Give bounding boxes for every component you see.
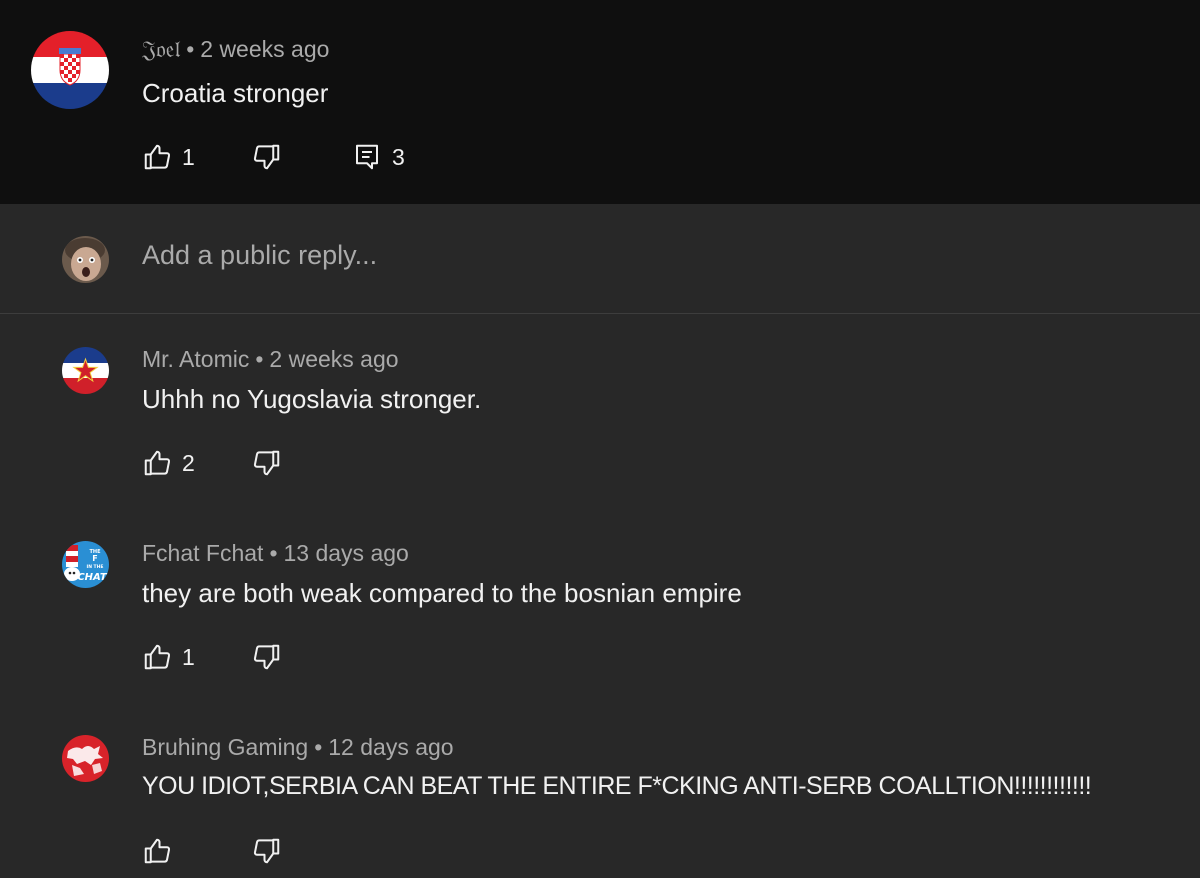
separator-dot: • (269, 540, 278, 566)
timestamp[interactable]: 13 days ago (284, 540, 409, 566)
timestamp[interactable]: 12 days ago (328, 734, 453, 760)
dislike-button[interactable] (252, 836, 282, 866)
like-count: 2 (182, 449, 195, 476)
author-name[interactable]: 𝔍𝔬𝔢𝔩 (142, 37, 180, 63)
reply-meta: Bruhing Gaming • 12 days ago (142, 734, 454, 761)
yugoslavia-flag-icon[interactable] (62, 347, 109, 394)
author-name[interactable]: Fchat Fchat (142, 540, 263, 566)
thumb-down-icon (252, 836, 282, 866)
separator-dot: • (186, 36, 195, 62)
thumb-down-icon (252, 142, 282, 172)
separator-dot: • (314, 734, 323, 760)
author-name[interactable]: Bruhing Gaming (142, 734, 308, 760)
like-button[interactable]: 2 (142, 448, 195, 478)
avatar-text: F (92, 554, 97, 563)
replies-button[interactable]: 3 (352, 142, 405, 172)
dislike-button[interactable] (252, 448, 282, 478)
thumb-up-icon (142, 642, 172, 672)
timestamp[interactable]: 2 weeks ago (269, 346, 398, 372)
reply-input[interactable]: Add a public reply... (142, 240, 377, 271)
thumb-up-icon (142, 448, 172, 478)
comment-text: Croatia stronger (142, 78, 329, 108)
like-button[interactable]: 1 (142, 142, 195, 172)
reply-meta: Fchat Fchat • 13 days ago (142, 540, 409, 567)
thumb-up-icon (142, 836, 172, 866)
comment-meta: 𝔍𝔬𝔢𝔩 • 2 weeks ago (142, 36, 329, 63)
timestamp[interactable]: 2 weeks ago (200, 36, 329, 62)
croatia-flag-icon[interactable] (31, 31, 109, 109)
reply-text: Uhhh no Yugoslavia stronger. (142, 384, 482, 414)
thumb-down-icon (252, 642, 282, 672)
like-button[interactable]: 1 (142, 642, 195, 672)
author-name[interactable]: Mr. Atomic (142, 346, 249, 372)
thumb-down-icon (252, 448, 282, 478)
comment-icon (352, 142, 382, 172)
avatar-text: IN THE (87, 564, 104, 570)
like-count: 1 (182, 143, 195, 170)
reply-meta: Mr. Atomic • 2 weeks ago (142, 346, 399, 373)
dislike-button[interactable] (252, 642, 282, 672)
like-count: 1 (182, 643, 195, 670)
separator-dot: • (255, 346, 264, 372)
like-button[interactable] (142, 836, 182, 866)
reply-text: YOU IDIOT,SERBIA CAN BEAT THE ENTIRE F*C… (142, 772, 1092, 800)
reply-text: they are both weak compared to the bosni… (142, 578, 742, 608)
cat-in-the-hat-icon[interactable]: THE F IN THE CHAT (62, 541, 109, 588)
user-avatar-icon (62, 236, 109, 283)
top-comment: 𝔍𝔬𝔢𝔩 • 2 weeks ago Croatia stronger 1 3 (0, 0, 1200, 204)
thumb-up-icon (142, 142, 172, 172)
red-map-icon[interactable] (62, 735, 109, 782)
reply-count: 3 (392, 143, 405, 170)
dislike-button[interactable] (252, 142, 282, 172)
